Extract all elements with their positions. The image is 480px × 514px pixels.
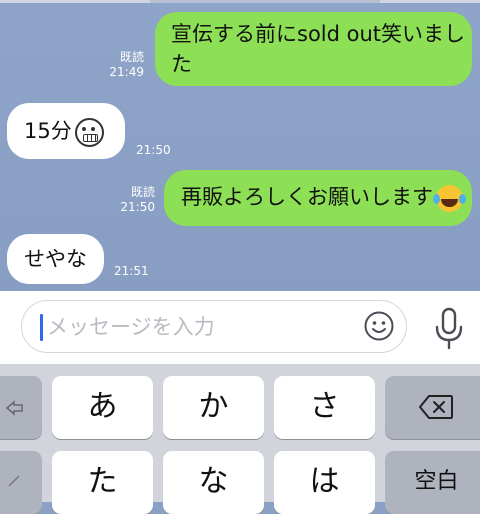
incoming-message-bubble[interactable]: せやな [7, 234, 104, 284]
message-text: 15分 [24, 119, 72, 143]
next-candidate-icon [8, 475, 20, 487]
key-label: 空白 [414, 469, 459, 494]
grimacing-face-icon [74, 117, 104, 147]
microphone-icon[interactable] [432, 307, 466, 351]
previous-content-strip [0, 0, 480, 3]
message-meta: 既読 21:49 [104, 50, 144, 80]
key-label: た [87, 464, 118, 499]
japanese-keyboard: あ か さ た な は 空白 [0, 364, 480, 514]
key-ha[interactable]: は [274, 451, 375, 514]
key-label: あ [87, 389, 118, 424]
key-ta[interactable]: た [52, 451, 153, 514]
key-sa[interactable]: さ [274, 376, 375, 439]
key-label: か [198, 389, 229, 424]
undo-key[interactable] [0, 376, 42, 439]
message-input[interactable]: メッセージを入力 [21, 300, 407, 353]
message-text: 再販よろしくお願いします [181, 185, 433, 209]
outgoing-message-bubble[interactable]: 宣伝する前にsold out笑いまし た [155, 12, 472, 86]
message-input-placeholder: メッセージを入力 [47, 315, 215, 339]
read-receipt: 既読 [119, 50, 144, 64]
message-time: 21:50 [136, 143, 171, 157]
tears-of-joy-icon [433, 184, 463, 212]
message-time: 21:49 [109, 65, 144, 79]
key-na[interactable]: な [163, 451, 264, 514]
message-time: 21:50 [120, 200, 155, 214]
space-key[interactable]: 空白 [385, 451, 480, 514]
read-receipt: 既読 [130, 185, 155, 199]
message-meta: 既読 21:50 [115, 185, 155, 215]
text-cursor [40, 314, 43, 341]
message-time: 21:51 [114, 264, 149, 278]
key-a[interactable]: あ [52, 376, 153, 439]
message-text: せやな [24, 247, 87, 271]
chat-area[interactable]: 既読 21:49 宣伝する前にsold out笑いまし た 15分 21:50 … [0, 0, 480, 291]
key-label: は [309, 464, 340, 499]
outgoing-message-bubble[interactable]: 再販よろしくお願いします [164, 170, 472, 226]
message-text-continued: た [171, 52, 192, 76]
key-label: さ [309, 389, 340, 424]
message-text: 宣伝する前にsold out笑いまし [171, 22, 466, 46]
smiley-icon[interactable] [364, 311, 394, 341]
key-label: な [198, 464, 229, 499]
incoming-message-bubble[interactable]: 15分 [7, 103, 125, 159]
next-candidate-key[interactable] [0, 451, 42, 514]
undo-arrow-icon [6, 400, 23, 416]
delete-icon [419, 395, 453, 419]
message-input-bar: メッセージを入力 [0, 291, 480, 364]
delete-key[interactable] [385, 376, 480, 439]
key-ka[interactable]: か [163, 376, 264, 439]
